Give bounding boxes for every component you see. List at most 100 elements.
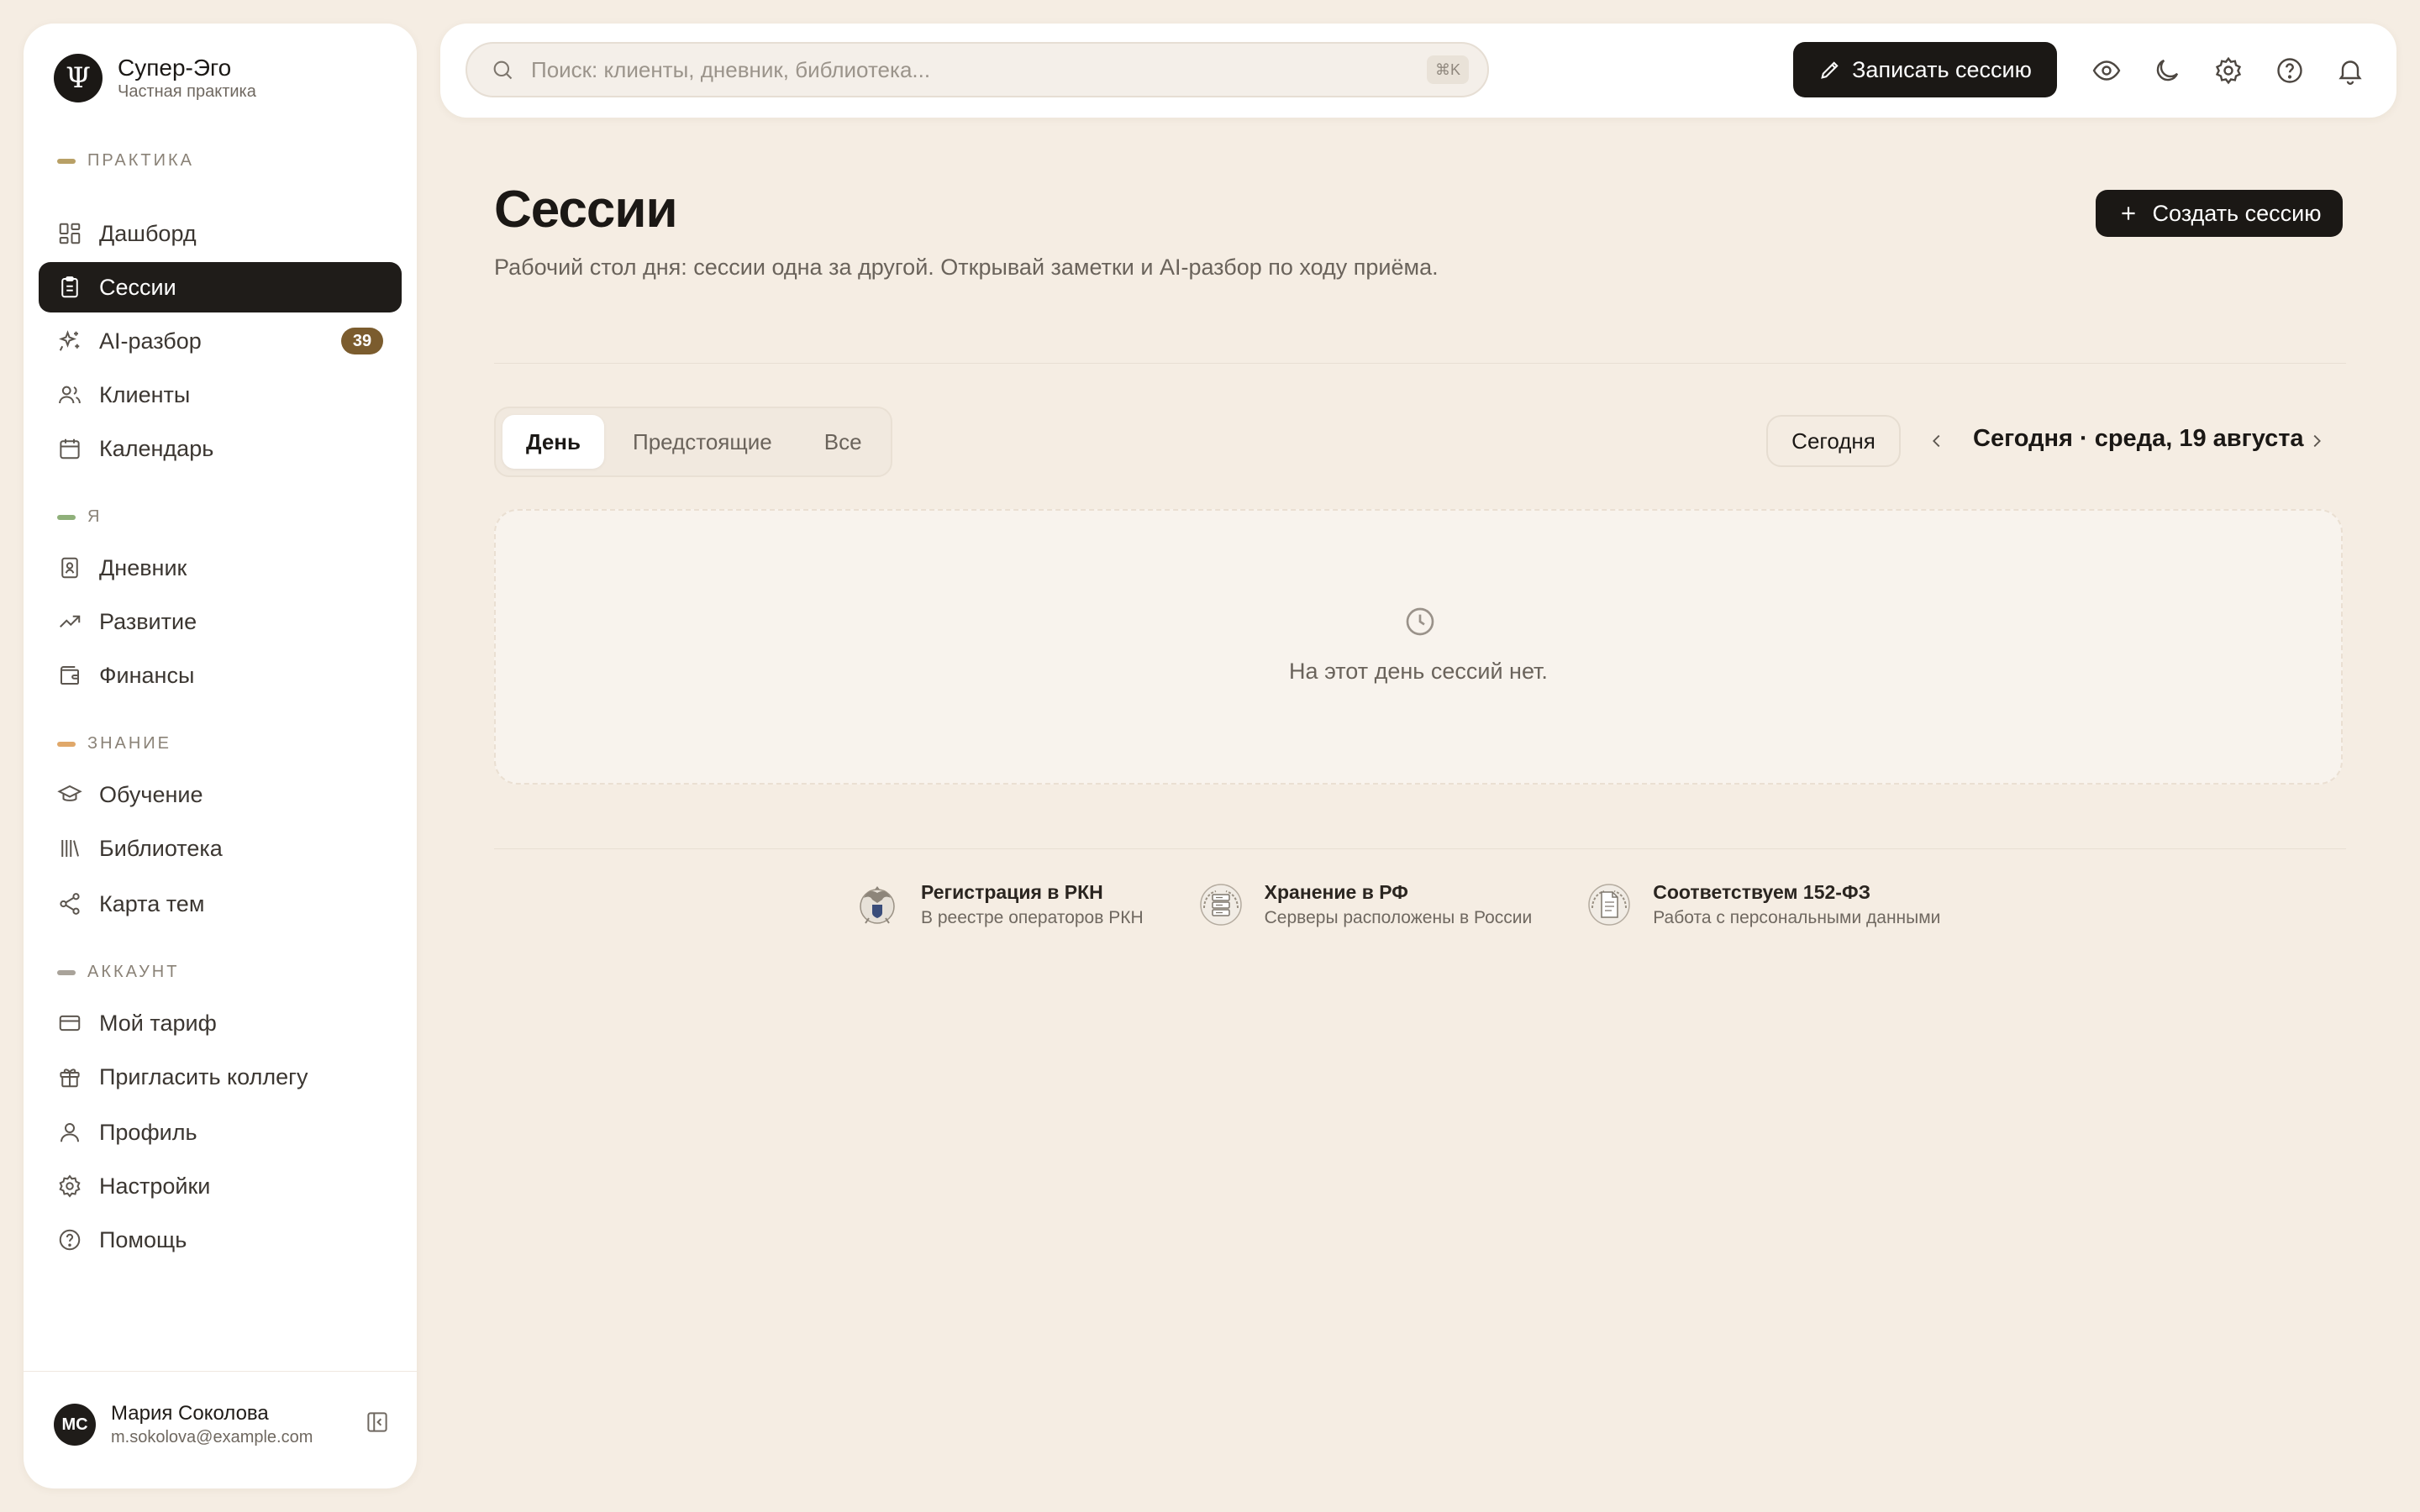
tab-day[interactable]: День — [502, 415, 604, 469]
sidebar-item-settings[interactable]: Настройки — [39, 1161, 402, 1211]
sidebar-item-label: Дневник — [99, 554, 187, 580]
share-nodes-icon — [60, 893, 80, 915]
sidebar-item-help[interactable]: Помощь — [39, 1215, 402, 1265]
footer-divider — [494, 848, 2346, 849]
sidebar: Ψ Супер-Эго Частная практика ПРАКТИКА Да… — [24, 24, 417, 1488]
create-session-label: Создать сессию — [2152, 200, 2322, 226]
sidebar-item-label: Помощь — [99, 1226, 187, 1252]
user-name: Мария Соколова — [111, 1402, 269, 1425]
trust-title: Хранение в РФ — [1264, 881, 1408, 903]
previous-day-button[interactable] — [1924, 428, 1949, 454]
search-icon — [493, 60, 513, 80]
page-title: Сессии — [494, 181, 678, 239]
sidebar-item-profile[interactable]: Профиль — [39, 1107, 402, 1158]
record-session-label: Записать сессию — [1852, 56, 2032, 82]
topbar: ⌘K Записать сессию — [440, 24, 2396, 118]
sidebar-item-clients[interactable]: Клиенты — [39, 370, 402, 420]
trust-badge-152fz: Соответствуем 152-ФЗ Работа с персональн… — [1584, 879, 1940, 931]
moon-icon — [2156, 59, 2179, 81]
chevron-right-icon — [2313, 434, 2321, 448]
trust-subtitle: В реестре операторов РКН — [921, 908, 1144, 927]
sidebar-item-label: Дашборд — [99, 220, 197, 246]
record-session-button[interactable]: Записать сессию — [1793, 42, 2057, 97]
sidebar-item-topic-map[interactable]: Карта тем — [39, 879, 402, 929]
theme-toggle-button[interactable] — [2151, 55, 2183, 87]
sidebar-item-label: Сессии — [99, 274, 176, 300]
sidebar-item-label: AI-разбор — [99, 328, 202, 354]
today-button[interactable]: Сегодня — [1766, 415, 1901, 467]
help-circle-icon — [2277, 58, 2302, 83]
search-input[interactable] — [531, 56, 1371, 83]
search-shortcut: ⌘K — [1426, 55, 1469, 84]
sidebar-item-label: Профиль — [99, 1119, 197, 1145]
next-day-button[interactable] — [2304, 428, 2329, 454]
chevron-left-icon — [1933, 434, 1940, 448]
settings-button[interactable] — [2212, 55, 2244, 87]
bell-icon — [2338, 60, 2362, 85]
sidebar-divider — [24, 1371, 417, 1372]
section-label-text: ПРАКТИКА — [87, 151, 194, 170]
sidebar-item-label: Библиотека — [99, 835, 223, 861]
sidebar-item-calendar[interactable]: Календарь — [39, 423, 402, 474]
header-divider — [494, 363, 2346, 364]
sidebar-item-library[interactable]: Библиотека — [39, 823, 402, 874]
empty-state-text: На этот день сессий нет. — [1289, 659, 1548, 684]
notifications-button[interactable] — [2334, 55, 2366, 87]
page-subtitle: Рабочий стол дня: сессии одна за другой.… — [494, 255, 1439, 280]
collapse-sidebar-icon[interactable] — [365, 1410, 390, 1435]
section-dash — [57, 969, 76, 975]
document-laurel-icon — [1588, 884, 1630, 926]
sidebar-item-sessions[interactable]: Сессии — [39, 262, 402, 312]
section-label-knowledge: ЗНАНИЕ — [57, 734, 171, 753]
gear-icon — [59, 1174, 81, 1198]
calendar-icon — [60, 438, 80, 459]
sidebar-item-plan[interactable]: Мой тариф — [39, 998, 402, 1048]
tab-upcoming[interactable]: Предстоящие — [609, 415, 796, 469]
empty-state-card: На этот день сессий нет. — [494, 509, 2343, 785]
brand[interactable]: Ψ Супер-Эго Частная практика — [54, 54, 256, 102]
users-icon — [59, 386, 81, 404]
sidebar-item-finance[interactable]: Финансы — [39, 650, 402, 701]
sidebar-item-label: Обучение — [99, 781, 203, 807]
search-bar[interactable]: ⌘K — [466, 42, 1489, 97]
trust-title: Соответствуем 152-ФЗ — [1653, 881, 1870, 903]
sidebar-item-invite[interactable]: Пригласить коллегу — [39, 1052, 402, 1102]
plus-icon — [2121, 207, 2135, 220]
section-label-text: Я — [87, 507, 103, 526]
sparkles-icon — [59, 330, 80, 351]
current-date-label: Сегодня · среда, 19 августа — [1973, 425, 2304, 452]
user-block[interactable]: МС Мария Соколова m.sokolova@example.com — [54, 1401, 390, 1448]
sidebar-item-label: Мой тариф — [99, 1010, 217, 1036]
section-dash — [57, 158, 76, 164]
sidebar-item-dashboard[interactable]: Дашборд — [39, 208, 402, 259]
create-session-button[interactable]: Создать сессию — [2096, 190, 2343, 237]
brand-subtitle: Частная практика — [118, 82, 256, 101]
dashboard-icon — [59, 223, 81, 244]
section-label-me: Я — [57, 507, 102, 527]
help-circle-icon — [59, 1229, 81, 1251]
sidebar-item-label: Развитие — [99, 608, 197, 634]
server-laurel-icon — [1199, 884, 1242, 926]
preview-button[interactable] — [2091, 55, 2123, 87]
sidebar-item-growth[interactable]: Развитие — [39, 596, 402, 647]
avatar: МС — [54, 1404, 96, 1446]
brand-logo: Ψ — [54, 54, 103, 102]
sidebar-item-ai-review[interactable]: AI-разбор 39 — [39, 316, 402, 366]
clock-icon — [1406, 607, 1434, 636]
trust-subtitle: Работа с персональными данными — [1653, 908, 1941, 927]
ai-review-count-badge: 39 — [341, 328, 383, 354]
sidebar-item-journal[interactable]: Дневник — [39, 543, 402, 593]
sidebar-item-label: Карта тем — [99, 890, 205, 916]
trust-badge-rkn: Регистрация в РКН В реестре операторов Р… — [852, 879, 1144, 931]
gear-icon — [2215, 56, 2242, 85]
graduation-cap-icon — [57, 785, 82, 801]
section-label-text: ЗНАНИЕ — [87, 734, 172, 753]
help-button[interactable] — [2274, 55, 2306, 87]
tab-all[interactable]: Все — [801, 415, 886, 469]
view-tabs: День Предстоящие Все — [494, 407, 892, 477]
credit-card-icon — [59, 1015, 81, 1032]
sidebar-item-learning[interactable]: Обучение — [39, 769, 402, 820]
sidebar-item-label: Клиенты — [99, 381, 191, 407]
trust-subtitle: Серверы расположены в России — [1264, 908, 1533, 927]
trending-up-icon — [60, 615, 81, 627]
